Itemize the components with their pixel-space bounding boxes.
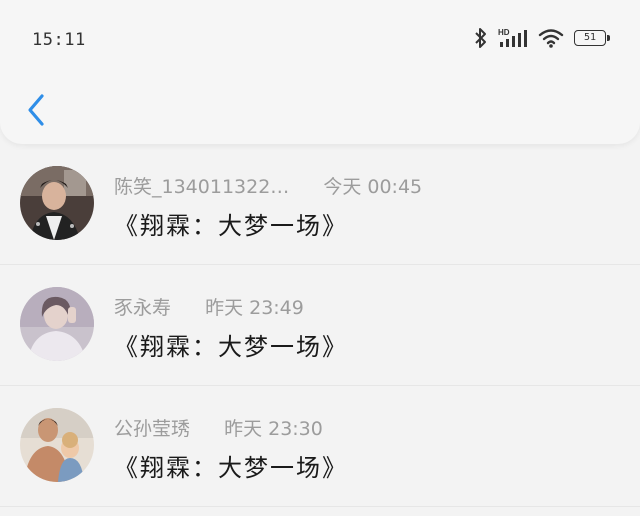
network-label: HD <box>498 28 510 37</box>
comment-meta: 豕永寿 昨天 23:49 <box>114 293 304 320</box>
comment-time: 昨天 23:49 <box>205 297 304 319</box>
battery-icon: 51 <box>574 30 610 46</box>
status-time: 15:11 <box>32 30 86 50</box>
bluetooth-icon <box>474 27 488 49</box>
comment-list: 陈笑_134011322… 今天 00:45 《翔霖：大梦一场》 豕永寿 昨天 … <box>0 144 640 507</box>
comment-meta: 公孙莹琇 昨天 23:30 <box>114 414 323 441</box>
avatar[interactable] <box>20 408 94 482</box>
list-item[interactable]: 陈笑_134011322… 今天 00:45 《翔霖：大梦一场》 <box>0 144 640 265</box>
commenter-name[interactable]: 豕永寿 <box>114 297 171 319</box>
commenter-name[interactable]: 陈笑_134011322… <box>114 176 289 198</box>
comment-meta: 陈笑_134011322… 今天 00:45 <box>114 172 422 199</box>
comment-text: 《翔霖：大梦一场》 <box>114 454 348 482</box>
chevron-left-icon <box>28 94 44 126</box>
avatar[interactable] <box>20 166 94 240</box>
comment-time: 昨天 23:30 <box>224 418 323 440</box>
comment-text: 《翔霖：大梦一场》 <box>114 212 348 240</box>
back-button[interactable] <box>18 88 54 132</box>
signal-icon: HD <box>498 27 528 49</box>
list-item[interactable]: 公孙莹琇 昨天 23:30 《翔霖：大梦一场》 <box>0 386 640 507</box>
top-bar: 15:11 HD 51 <box>0 0 640 144</box>
wifi-icon <box>538 27 564 49</box>
comment-text: 《翔霖：大梦一场》 <box>114 333 348 361</box>
avatar[interactable] <box>20 287 94 361</box>
status-icons: HD 51 <box>474 27 610 49</box>
commenter-name[interactable]: 公孙莹琇 <box>114 418 190 440</box>
comment-time: 今天 00:45 <box>323 176 423 198</box>
list-item[interactable]: 豕永寿 昨天 23:49 《翔霖：大梦一场》 <box>0 265 640 386</box>
